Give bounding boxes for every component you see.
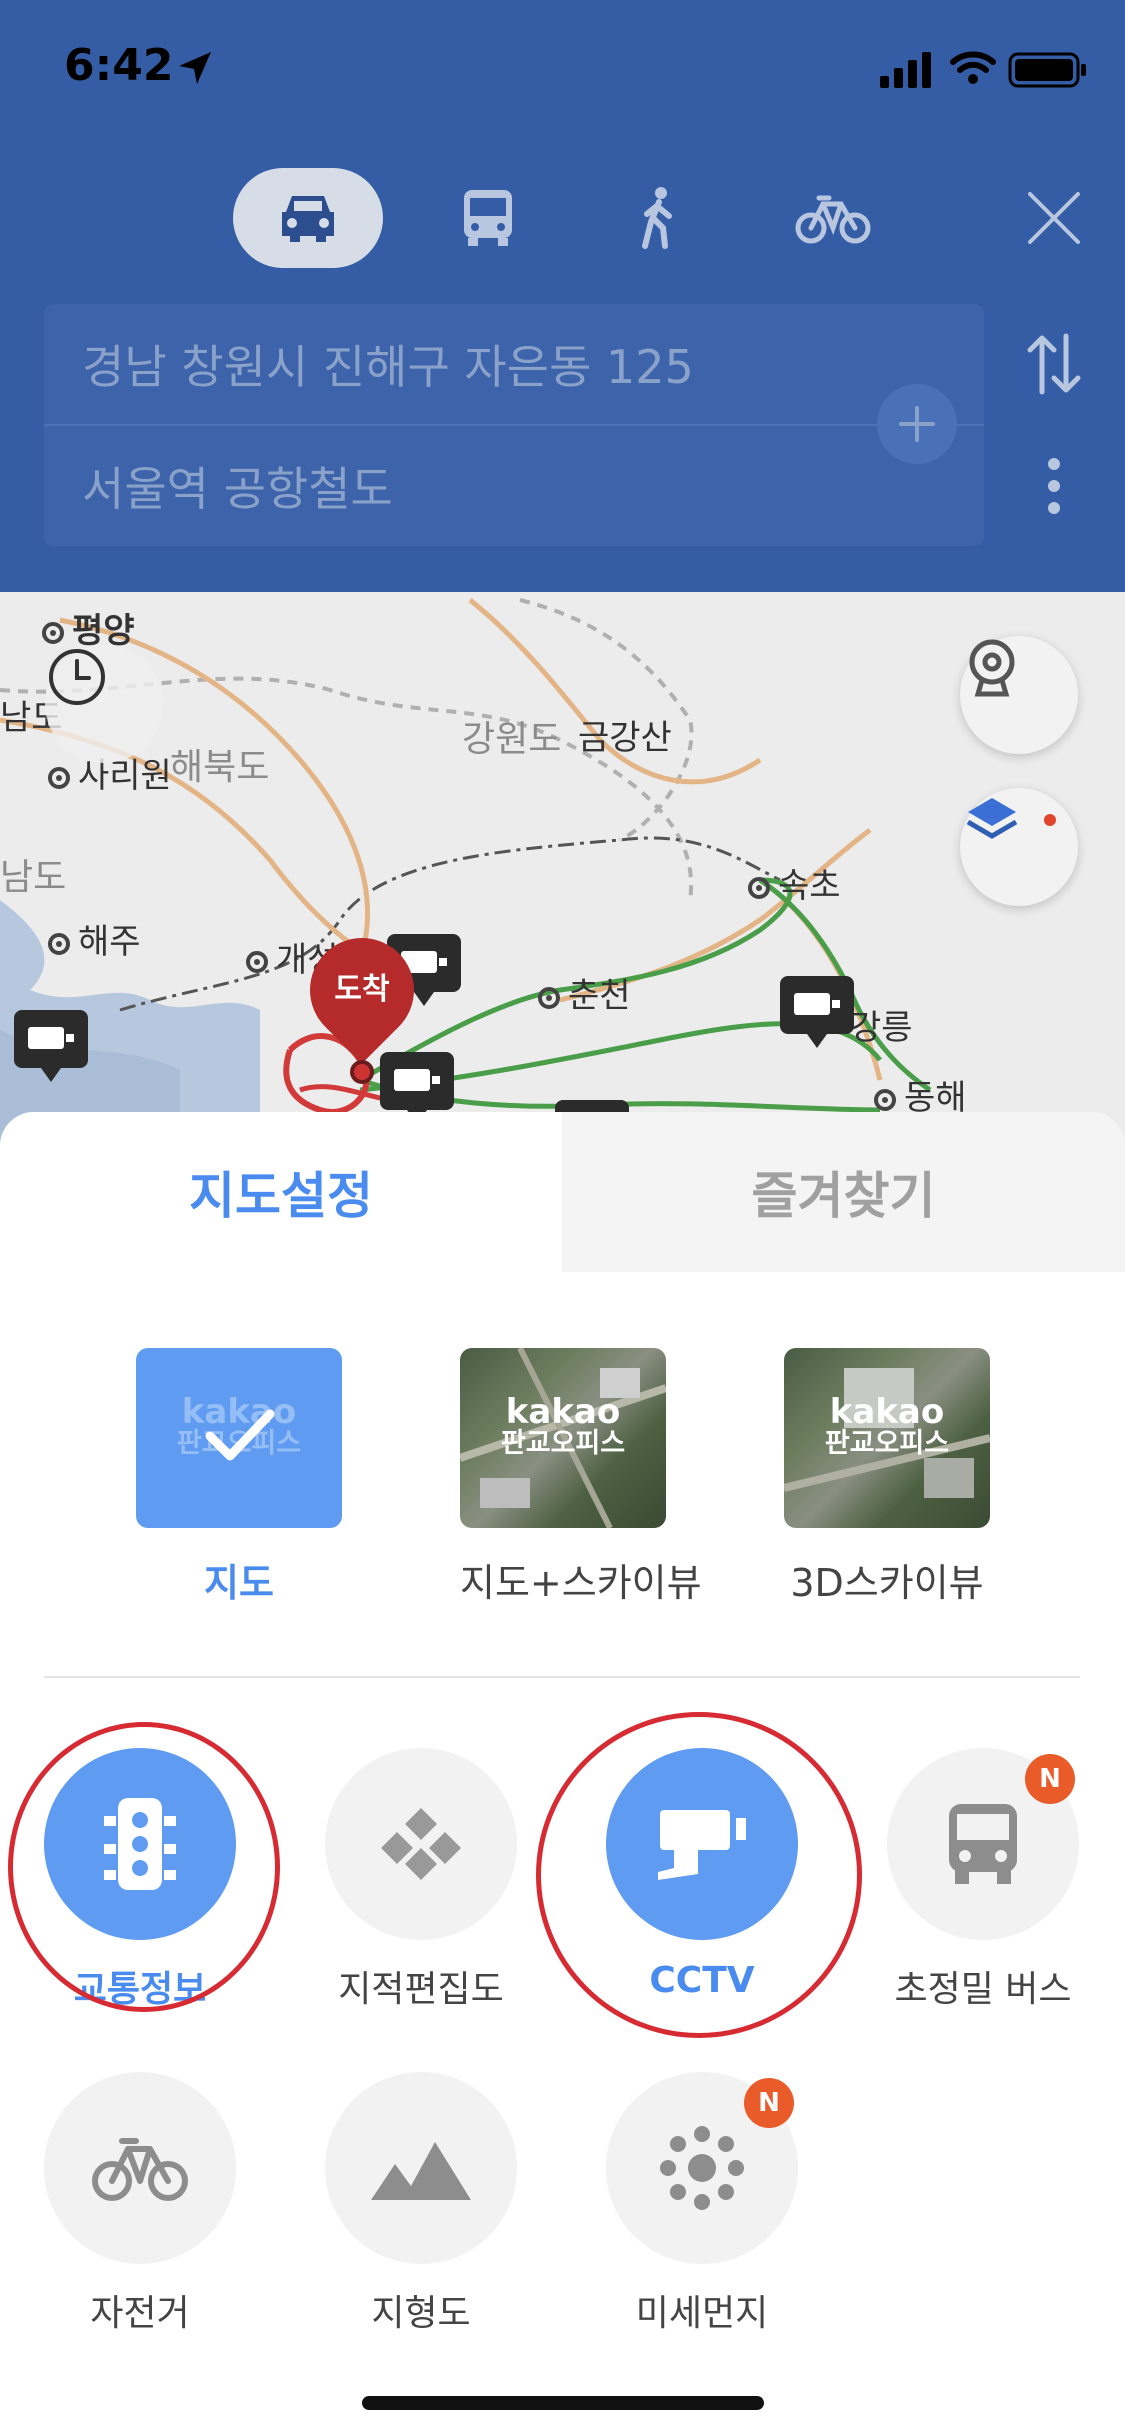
- bike-icon: [795, 195, 871, 244]
- more-options-icon[interactable]: [1044, 456, 1064, 516]
- map-label-chuncheon: 춘천: [538, 968, 631, 1017]
- destination-point: [350, 1060, 374, 1084]
- status-bar: 6:42: [0, 0, 1125, 140]
- cctv-marker[interactable]: [780, 976, 854, 1048]
- layer-fine-dust[interactable]: N 미세먼지: [606, 2072, 798, 2336]
- map-label-haeju: 해주: [48, 914, 141, 963]
- bus-icon: [949, 1804, 1017, 1884]
- maptype-thumbnail: kakao 판교오피스: [460, 1348, 666, 1528]
- new-badge: N: [744, 2078, 794, 2128]
- maptype-standard[interactable]: kakao 판교오피스 지도: [136, 1348, 342, 1607]
- layer-toggle-circle: N: [887, 1748, 1079, 1940]
- layer-label: 자전거: [90, 2293, 190, 2334]
- tab-bike[interactable]: [778, 168, 888, 268]
- clock-icon: [49, 649, 105, 705]
- map-label-gangwon: 강원도: [462, 719, 562, 760]
- tab-car[interactable]: [233, 168, 383, 268]
- status-time: 6:42: [64, 40, 174, 91]
- section-divider: [44, 1676, 1080, 1678]
- wifi-icon: [950, 51, 996, 84]
- layer-label: 미세먼지: [635, 2293, 769, 2334]
- layer-label: 지형도: [371, 2293, 471, 2334]
- plus-icon: [899, 406, 935, 442]
- new-badge: N: [1025, 1754, 1075, 1804]
- layer-toggle-circle: [44, 2072, 236, 2264]
- maptype-skyview[interactable]: kakao 판교오피스 지도+스카이뷰: [460, 1348, 702, 1607]
- layer-cadastral[interactable]: 지적편집도: [325, 1748, 517, 2012]
- origin-field[interactable]: 경남 창원시 진해구 자은동 125: [44, 304, 984, 424]
- maptype-thumbnail: kakao 판교오피스: [136, 1348, 342, 1528]
- destination-field[interactable]: 서울역 공항철도: [44, 426, 984, 546]
- layer-label: 지적편집도: [338, 1969, 504, 2010]
- checkmark-icon: [205, 1409, 275, 1461]
- layer-terrain[interactable]: 지형도: [325, 2072, 517, 2336]
- layers-icon: [966, 798, 1018, 839]
- location-arrow-icon: [179, 52, 211, 84]
- close-icon[interactable]: [1026, 190, 1082, 246]
- terrain-icon: [371, 2142, 471, 2200]
- car-icon: [282, 196, 334, 242]
- layer-toggle-circle: N: [606, 2072, 798, 2264]
- signal-icon: [880, 52, 931, 88]
- bus-icon: [464, 190, 512, 246]
- annotation-circle-traffic: [8, 1722, 280, 2012]
- cctv-marker[interactable]: [380, 1052, 454, 1124]
- route-header: 6:42 경남 창원시 진해구 자은동 125 서울역 공항철도: [0, 0, 1125, 592]
- roadview-button[interactable]: [960, 636, 1078, 754]
- walk-icon: [642, 187, 672, 249]
- maptype-thumbnail: kakao 판교오피스: [784, 1348, 990, 1528]
- map-label-hwanghae: 해북도: [170, 747, 270, 788]
- cctv-marker[interactable]: [14, 1010, 88, 1082]
- tab-map-settings[interactable]: 지도설정: [0, 1112, 562, 1272]
- roadview-camera-icon: [969, 639, 1015, 697]
- layer-toggle-circle: [325, 1748, 517, 1940]
- layer-toggle-circle: [325, 2072, 517, 2264]
- home-indicator: [362, 2396, 764, 2410]
- layer-bicycle[interactable]: 자전거: [44, 2072, 236, 2336]
- thumbnail-text: kakao 판교오피스: [824, 1392, 950, 1459]
- map-settings-sheet: 지도설정 즐겨찾기 kakao 판교오피스 지도 kakao 판교오피스 지도+…: [0, 1112, 1125, 2436]
- dust-icon: [660, 2126, 744, 2210]
- layers-notification-dot: [1044, 814, 1056, 826]
- add-stopover-button[interactable]: [877, 384, 957, 464]
- map-label-sokcho: 속초: [748, 858, 841, 907]
- maptype-label: 지도+스카이뷰: [460, 1561, 702, 1605]
- tab-favorites[interactable]: 즐겨찾기: [562, 1112, 1125, 1272]
- thumbnail-text: kakao 판교오피스: [500, 1392, 626, 1459]
- maptype-label: 3D스카이뷰: [790, 1561, 984, 1605]
- destination-pin-label: 도착: [334, 972, 390, 1007]
- tab-walk[interactable]: [608, 168, 708, 268]
- maptype-label: 지도: [204, 1561, 274, 1605]
- annotation-circle-cctv: [536, 1712, 862, 2038]
- layers-button[interactable]: [960, 788, 1078, 906]
- history-button[interactable]: [45, 645, 163, 763]
- bike-icon: [92, 2138, 188, 2201]
- layer-realtime-bus[interactable]: N 초정밀 버스: [887, 1748, 1079, 2012]
- cadastral-icon: [381, 1808, 461, 1880]
- layer-label: 초정밀 버스: [894, 1969, 1072, 2010]
- map-label-geumgangsan: 금강산: [578, 718, 672, 758]
- map-label-namdo2: 남도: [0, 857, 67, 898]
- battery-icon: [1008, 52, 1086, 88]
- map-label-gangneung: 강릉: [850, 1008, 913, 1048]
- tab-bus[interactable]: [438, 168, 538, 268]
- swap-icon[interactable]: [1024, 332, 1084, 396]
- maptype-3d-skyview[interactable]: kakao 판교오피스 3D스카이뷰: [784, 1348, 990, 1607]
- route-inputs: 경남 창원시 진해구 자은동 125 서울역 공항철도: [44, 304, 984, 546]
